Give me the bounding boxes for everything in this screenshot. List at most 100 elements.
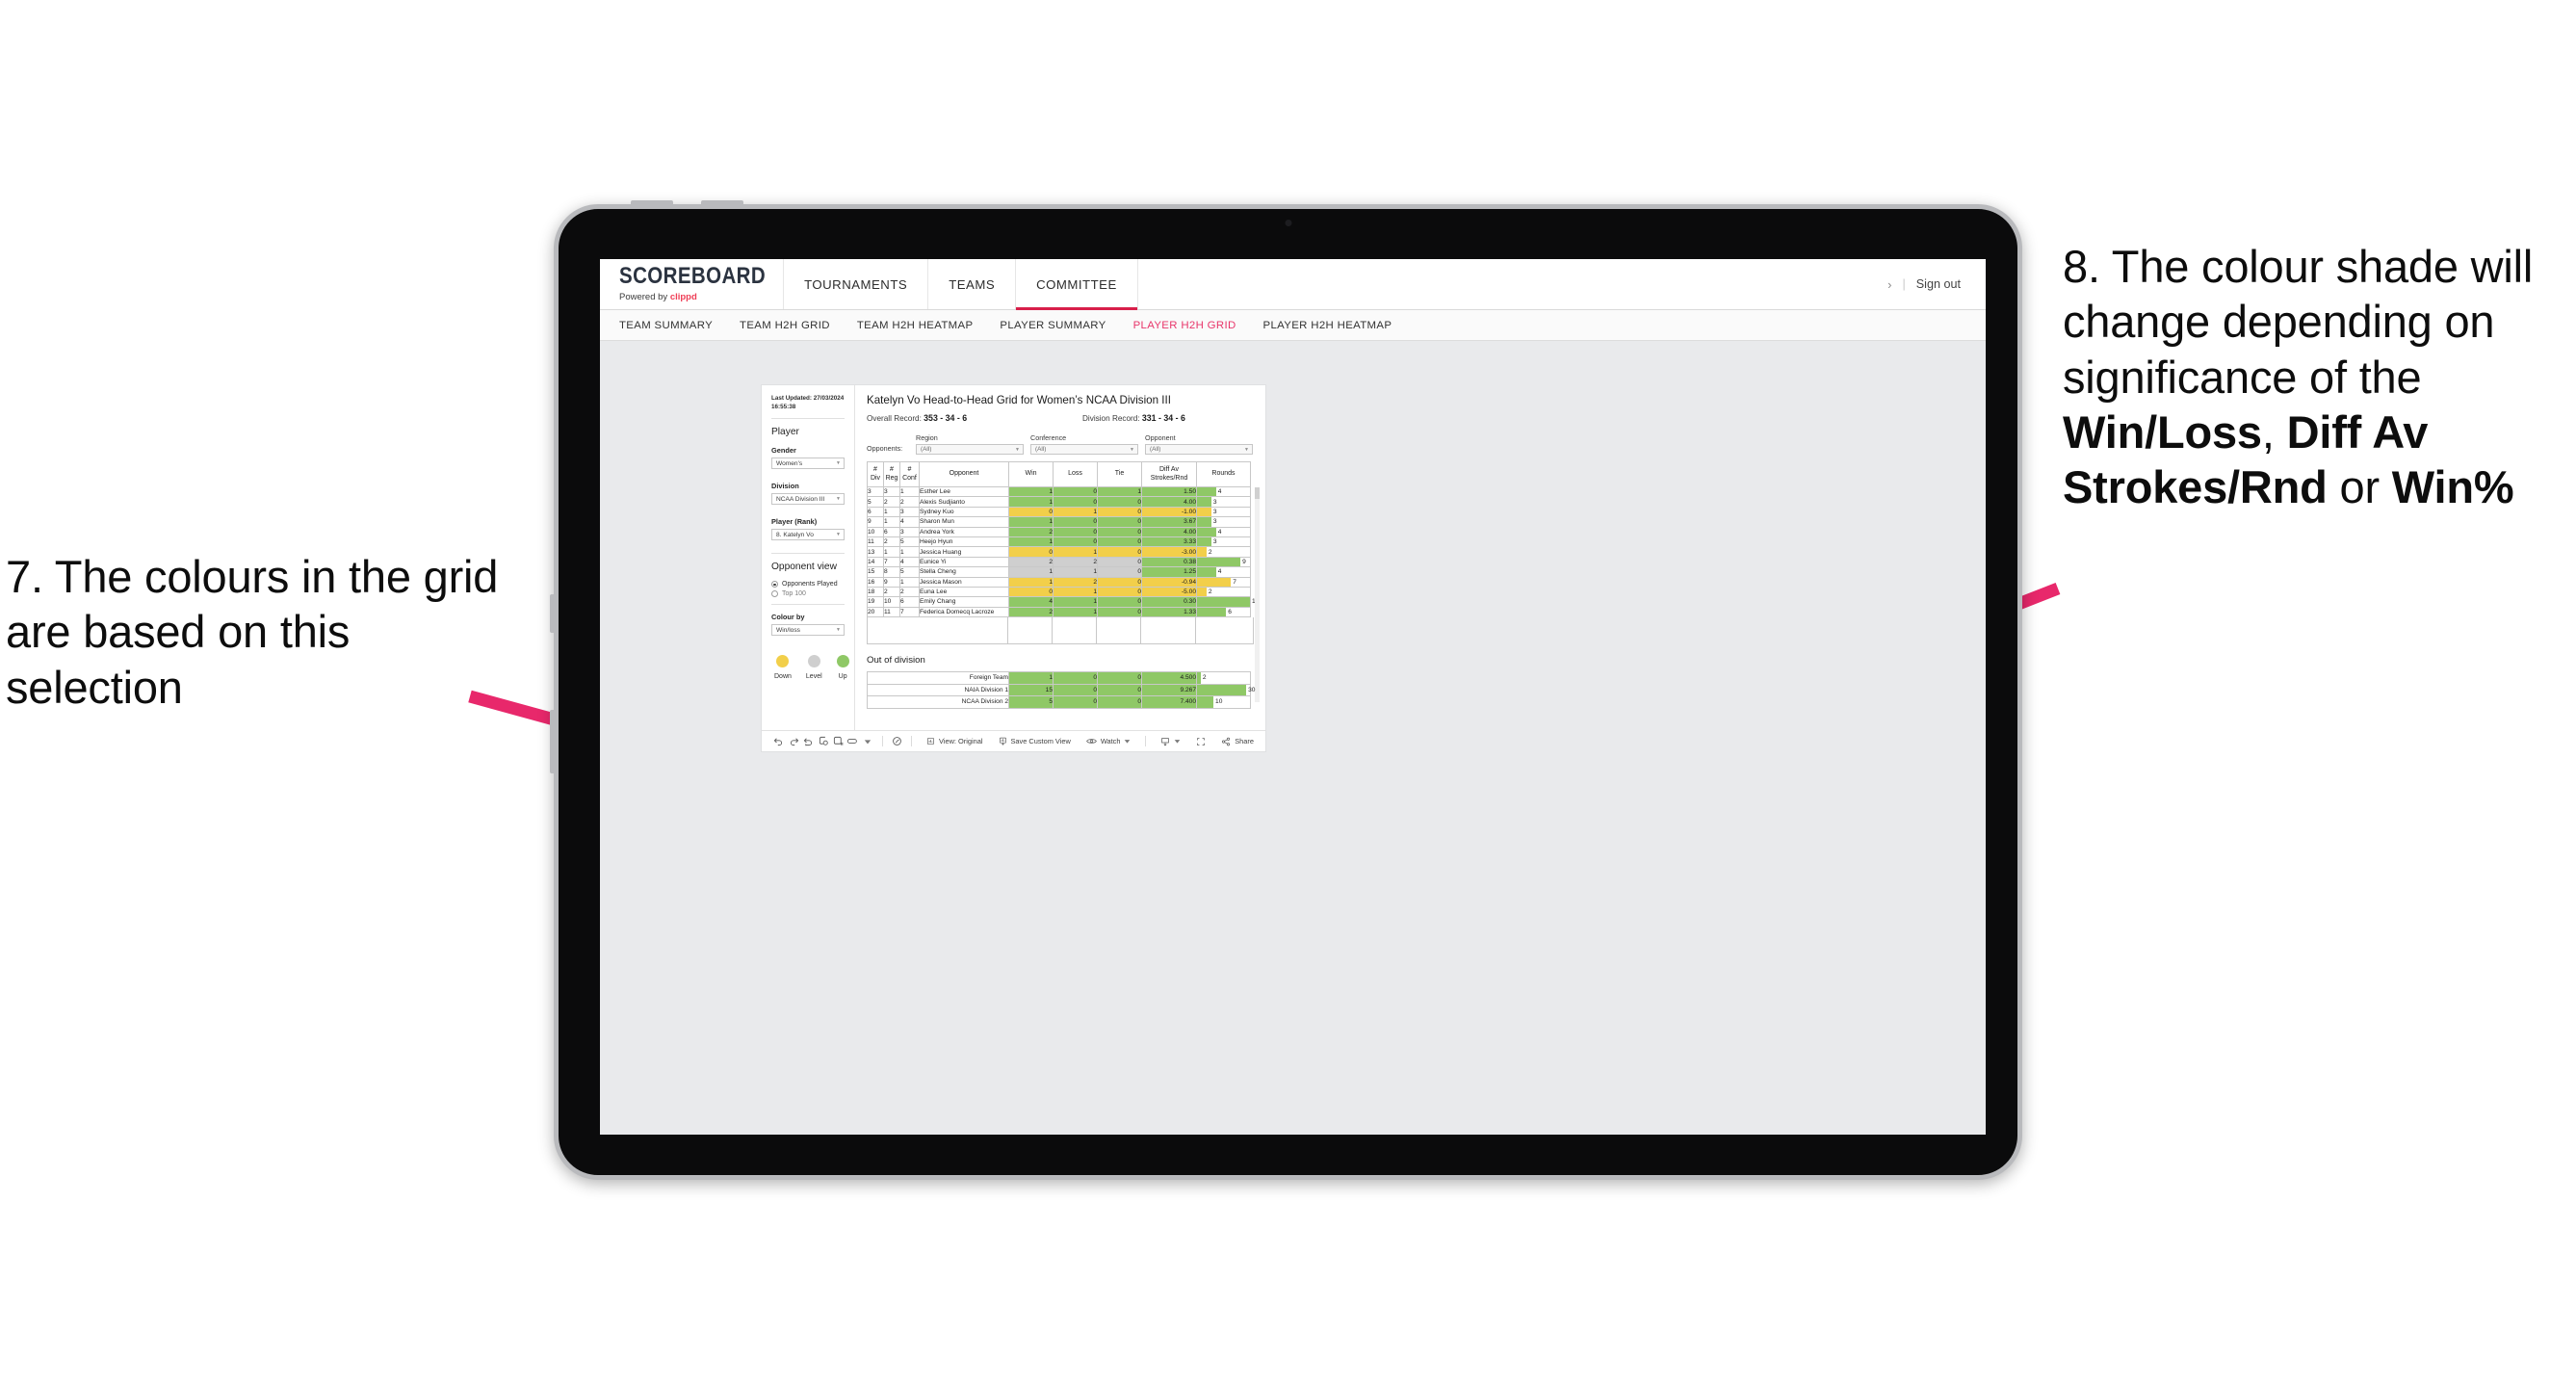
app-header: SCOREBOARD Powered by clippd TOURNAMENTS… [600, 259, 1986, 310]
chevron-right-icon[interactable]: › [1887, 277, 1891, 292]
cell-tie: 0 [1097, 606, 1142, 618]
cell-ood-name: Foreign Team [867, 671, 1009, 685]
cell-tie: 0 [1097, 576, 1142, 588]
cell-tie: 0 [1097, 516, 1142, 528]
cell-win: 1 [1008, 516, 1054, 528]
refresh-icon[interactable] [816, 736, 830, 746]
table-row[interactable]: 16 9 1 Jessica Mason 1 2 0 -0.94 7 [867, 576, 1251, 588]
redo-icon[interactable] [786, 736, 800, 746]
radio-opponents-played[interactable]: Opponents Played [771, 581, 845, 588]
cell-conf: 2 [899, 586, 920, 598]
cell-rounds: 4 [1196, 566, 1251, 578]
sign-out-link[interactable]: Sign out [1916, 277, 1961, 291]
top-nav-committee[interactable]: COMMITTEE [1016, 259, 1138, 310]
subnav-team-h2h-heatmap[interactable]: TEAM H2H HEATMAP [857, 320, 974, 331]
cell-diff-av: 1.50 [1141, 485, 1197, 498]
caret-down-icon[interactable] [861, 738, 875, 745]
subnav-team-h2h-grid[interactable]: TEAM H2H GRID [740, 320, 830, 331]
list-item[interactable]: NCAA Division 2 5 0 0 7.400 10 [867, 695, 1251, 709]
help-icon[interactable] [890, 736, 904, 746]
cell-reg: 10 [883, 596, 900, 608]
viz-main: Katelyn Vo Head-to-Head Grid for Women’s… [855, 385, 1265, 730]
cell-tie: 0 [1097, 496, 1142, 508]
grid-vertical-scrollbar[interactable] [1255, 487, 1260, 702]
player-rank-select[interactable]: 8. Katelyn Vo ▼ [771, 529, 845, 541]
cell-loss: 1 [1053, 586, 1098, 598]
col-tie: Tie [1097, 461, 1142, 487]
table-row[interactable]: 14 7 4 Eunice Yi 2 2 0 0.38 9 [867, 556, 1251, 568]
list-item[interactable]: Foreign Team 1 0 0 4.500 2 [867, 671, 1251, 685]
cell-diff-av: 4.00 [1141, 496, 1197, 508]
pause-icon[interactable] [831, 736, 846, 746]
division-value: NCAA Division III [776, 495, 825, 503]
top-nav-tournaments[interactable]: TOURNAMENTS [784, 259, 929, 309]
fullscreen-button[interactable] [1188, 737, 1213, 746]
colour-by-select[interactable]: Win/loss ▼ [771, 624, 845, 637]
view-original-button[interactable]: View: Original [919, 737, 990, 745]
tablet-volume-up-button [631, 200, 673, 206]
cell-tie: 0 [1097, 526, 1142, 537]
cell-conf: 1 [899, 546, 920, 558]
sidebar-divider-1 [771, 418, 845, 420]
cell-reg: 7 [883, 556, 900, 568]
table-row[interactable]: 13 1 1 Jessica Huang 0 1 0 -3.00 2 [867, 546, 1251, 558]
table-row[interactable]: 15 8 5 Stella Cheng 1 1 0 1.25 4 [867, 566, 1251, 578]
cell-opponent: Sydney Kuo [919, 506, 1009, 518]
out-of-division-table: Foreign Team 1 0 0 4.500 2 NAIA Division 1 15 0 0… [867, 671, 1255, 709]
share-button[interactable]: Share [1213, 737, 1265, 746]
cell-reg: 2 [883, 536, 900, 548]
table-row[interactable]: 19106Emily Chang4100.3011 [867, 596, 1259, 608]
cell-conf: 6 [899, 596, 920, 608]
table-row[interactable]: 11 2 5 Heejo Hyun 1 0 0 3.33 3 [867, 536, 1251, 548]
cell-opponent: Jessica Huang [919, 546, 1009, 558]
sub-nav: TEAM SUMMARY TEAM H2H GRID TEAM H2H HEAT… [600, 310, 1986, 341]
list-item[interactable]: NAIA Division 1 15 0 0 9.267 30 [867, 683, 1255, 697]
table-row[interactable]: 20 11 7 Federica Domecq Lacroze 2 1 0 1.33 6 [867, 606, 1251, 618]
subnav-player-h2h-heatmap[interactable]: PLAYER H2H HEATMAP [1263, 320, 1392, 331]
table-row[interactable]: 6 1 3 Sydney Kuo 0 1 0 -1.00 3 [867, 506, 1251, 518]
cell-win: 4 [1008, 596, 1054, 608]
legend-dot-down-icon [776, 655, 790, 668]
table-row[interactable]: 5 2 2 Alexis Sudjianto 1 0 0 4.00 3 [867, 496, 1251, 508]
cell-ood-diff: 7.400 [1141, 695, 1197, 709]
subnav-team-summary[interactable]: TEAM SUMMARY [619, 320, 713, 331]
opponent-select[interactable]: (All) ▼ [1145, 444, 1253, 455]
cell-opponent: Emily Chang [919, 596, 1009, 608]
table-row[interactable]: 3 3 1 Esther Lee 1 0 1 1.50 4 [867, 485, 1251, 498]
download-button[interactable] [1153, 737, 1188, 746]
top-nav-teams[interactable]: TEAMS [928, 259, 1017, 309]
sidebar-section-player: Player [771, 427, 799, 438]
cell-reg: 2 [883, 496, 900, 508]
undo-icon[interactable] [771, 736, 786, 746]
radio-top-100[interactable]: Top 100 [771, 590, 845, 598]
table-row[interactable]: 9 1 4 Sharon Mun 1 0 0 3.67 3 [867, 516, 1251, 528]
cell-rounds: 3 [1196, 506, 1251, 518]
gender-value: Women's [776, 459, 803, 467]
subnav-player-summary[interactable]: PLAYER SUMMARY [1000, 320, 1106, 331]
overall-record-label: Overall Record: [867, 414, 924, 423]
division-select[interactable]: NCAA Division III ▼ [771, 493, 845, 506]
chevron-down-icon [1174, 740, 1181, 744]
subnav-player-h2h-grid[interactable]: PLAYER H2H GRID [1133, 320, 1236, 331]
revert-icon[interactable] [801, 736, 816, 746]
brand-logo[interactable]: SCOREBOARD Powered by clippd [600, 259, 785, 309]
save-custom-view-button[interactable]: Save Custom View [991, 737, 1079, 745]
conference-select[interactable]: (All) ▼ [1030, 444, 1138, 455]
watch-button[interactable]: Watch [1079, 737, 1139, 745]
table-row[interactable]: 10 6 3 Andrea York 2 0 0 4.00 4 [867, 526, 1251, 537]
conference-filter: Conference (All) ▼ [1030, 433, 1138, 455]
chevron-down-icon: ▼ [1244, 446, 1249, 453]
gender-select[interactable]: Women's ▼ [771, 458, 845, 470]
cell-tie: 0 [1097, 506, 1142, 518]
opponents-label: Opponents: [867, 444, 903, 453]
cell-win: 1 [1008, 536, 1054, 548]
table-row[interactable]: 18 2 2 Euna Lee 0 1 0 -5.00 2 [867, 586, 1251, 598]
cell-diff-av: -0.94 [1141, 576, 1197, 588]
colour-by-value: Win/loss [776, 626, 800, 634]
annotation-7-text: 7. The colours in the grid are based on … [6, 551, 499, 713]
grid-scrollbar-thumb[interactable] [1255, 487, 1260, 499]
cell-conf: 3 [899, 506, 920, 518]
region-select[interactable]: (All) ▼ [916, 444, 1024, 455]
cell-win: 1 [1008, 566, 1054, 578]
pill-icon[interactable] [846, 736, 860, 746]
